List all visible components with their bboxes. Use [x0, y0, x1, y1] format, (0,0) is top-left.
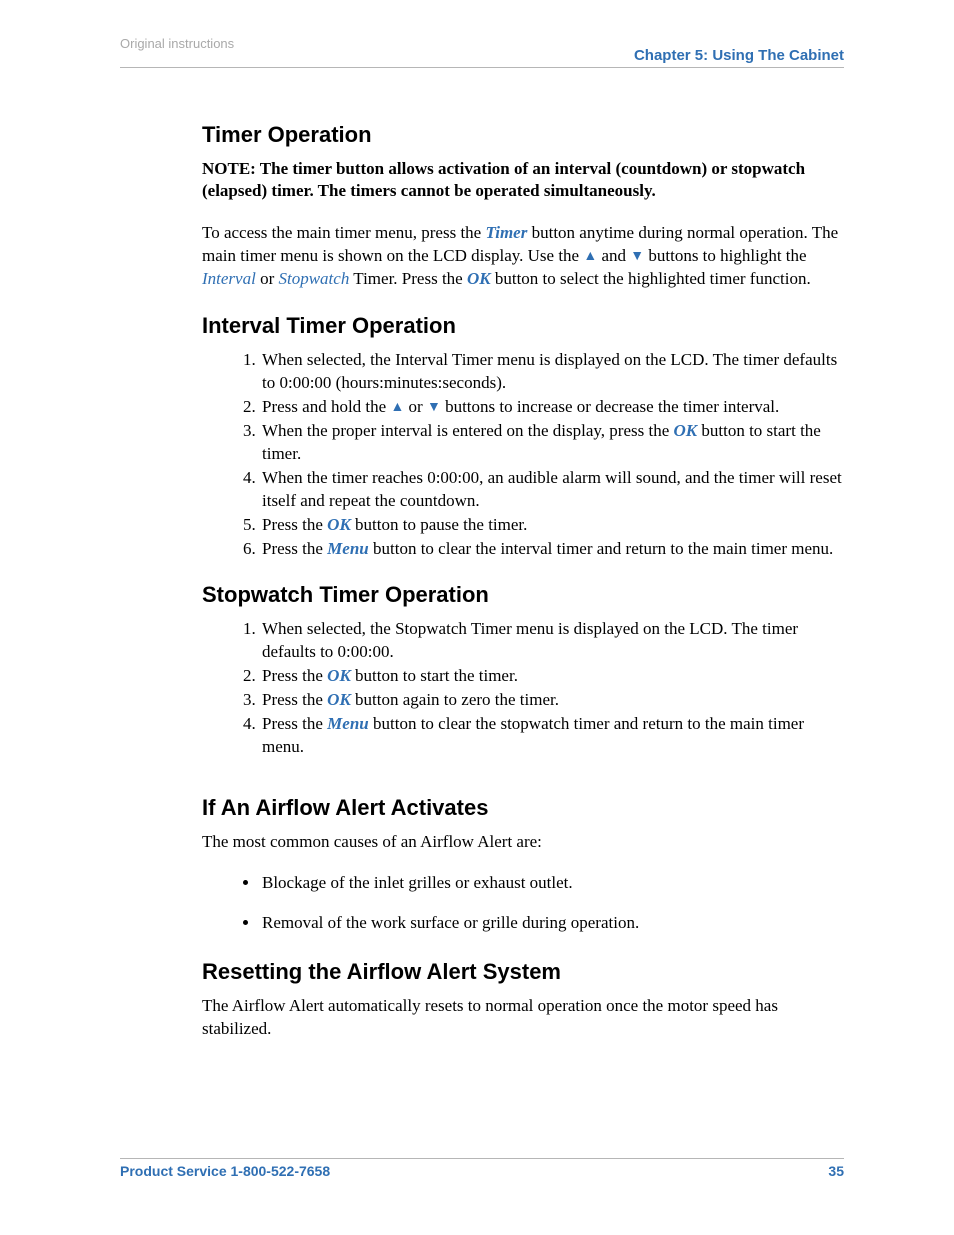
ref-ok-button: OK [327, 515, 351, 534]
list-item: Press the Menu button to clear the inter… [260, 538, 844, 561]
arrow-up-icon: ▲ [390, 400, 404, 415]
list-item: Press the OK button to start the timer. [260, 665, 844, 688]
ref-ok-button: OK [327, 690, 351, 709]
ref-menu-button: Menu [327, 539, 369, 558]
ref-menu-button: Menu [327, 714, 369, 733]
text: Press the [262, 666, 327, 685]
text: button to clear the interval timer and r… [373, 539, 833, 558]
text: Timer. Press the [353, 269, 467, 288]
text: buttons to highlight the [648, 246, 806, 265]
list-item: Press the OK button again to zero the ti… [260, 689, 844, 712]
ref-ok-button: OK [327, 666, 351, 685]
heading-stopwatch-timer: Stopwatch Timer Operation [202, 582, 844, 608]
list-item: When the timer reaches 0:00:00, an audib… [260, 467, 844, 513]
text: or [260, 269, 278, 288]
text: or [409, 397, 427, 416]
paragraph-airflow-intro: The most common causes of an Airflow Ale… [202, 831, 844, 854]
chapter-title: Chapter 5: Using The Cabinet [120, 47, 844, 68]
paragraph-timer-access: To access the main timer menu, press the… [202, 222, 844, 291]
ref-stopwatch: Stopwatch [279, 269, 350, 288]
list-item: Blockage of the inlet grilles or exhaust… [260, 870, 844, 896]
paragraph-reset-airflow: The Airflow Alert automatically resets t… [202, 995, 844, 1041]
note-timer: NOTE: The timer button allows activation… [202, 158, 844, 202]
text: button to start the timer. [355, 666, 518, 685]
ref-interval: Interval [202, 269, 256, 288]
list-item: When the proper interval is entered on t… [260, 420, 844, 466]
text: To access the main timer menu, press the [202, 223, 485, 242]
list-item: When selected, the Stopwatch Timer menu … [260, 618, 844, 664]
ref-timer-button: Timer [485, 223, 527, 242]
page: Original instructions Chapter 5: Using T… [0, 0, 954, 1235]
heading-reset-airflow: Resetting the Airflow Alert System [202, 959, 844, 985]
arrow-down-icon: ▼ [427, 400, 441, 415]
text: button to select the highlighted timer f… [495, 269, 811, 288]
arrow-up-icon: ▲ [583, 249, 597, 264]
text: Press and hold the [262, 397, 390, 416]
text: Press the [262, 690, 327, 709]
heading-timer-operation: Timer Operation [202, 122, 844, 148]
content-area: Timer Operation NOTE: The timer button a… [202, 122, 844, 1041]
list-item: Press the Menu button to clear the stopw… [260, 713, 844, 759]
text: Press the [262, 515, 327, 534]
footer-page-number: 35 [828, 1163, 844, 1179]
arrow-down-icon: ▼ [630, 249, 644, 264]
list-item: Press the OK button to pause the timer. [260, 514, 844, 537]
list-item: When selected, the Interval Timer menu i… [260, 349, 844, 395]
text: Press the [262, 539, 327, 558]
ref-ok-button: OK [674, 421, 698, 440]
footer: Product Service 1-800-522-7658 35 [120, 1158, 844, 1179]
text: buttons to increase or decrease the time… [445, 397, 779, 416]
heading-interval-timer: Interval Timer Operation [202, 313, 844, 339]
stopwatch-steps-list: When selected, the Stopwatch Timer menu … [202, 618, 844, 759]
footer-service: Product Service 1-800-522-7658 [120, 1163, 330, 1179]
text: and [601, 246, 630, 265]
list-item: Press and hold the ▲ or ▼ buttons to inc… [260, 396, 844, 419]
airflow-causes-list: Blockage of the inlet grilles or exhaust… [202, 870, 844, 937]
text: When the proper interval is entered on t… [262, 421, 674, 440]
interval-steps-list: When selected, the Interval Timer menu i… [202, 349, 844, 560]
heading-airflow-alert: If An Airflow Alert Activates [202, 795, 844, 821]
list-item: Removal of the work surface or grille du… [260, 910, 844, 936]
ref-ok-button: OK [467, 269, 491, 288]
text: button to pause the timer. [355, 515, 527, 534]
text: Press the [262, 714, 327, 733]
text: button again to zero the timer. [355, 690, 559, 709]
